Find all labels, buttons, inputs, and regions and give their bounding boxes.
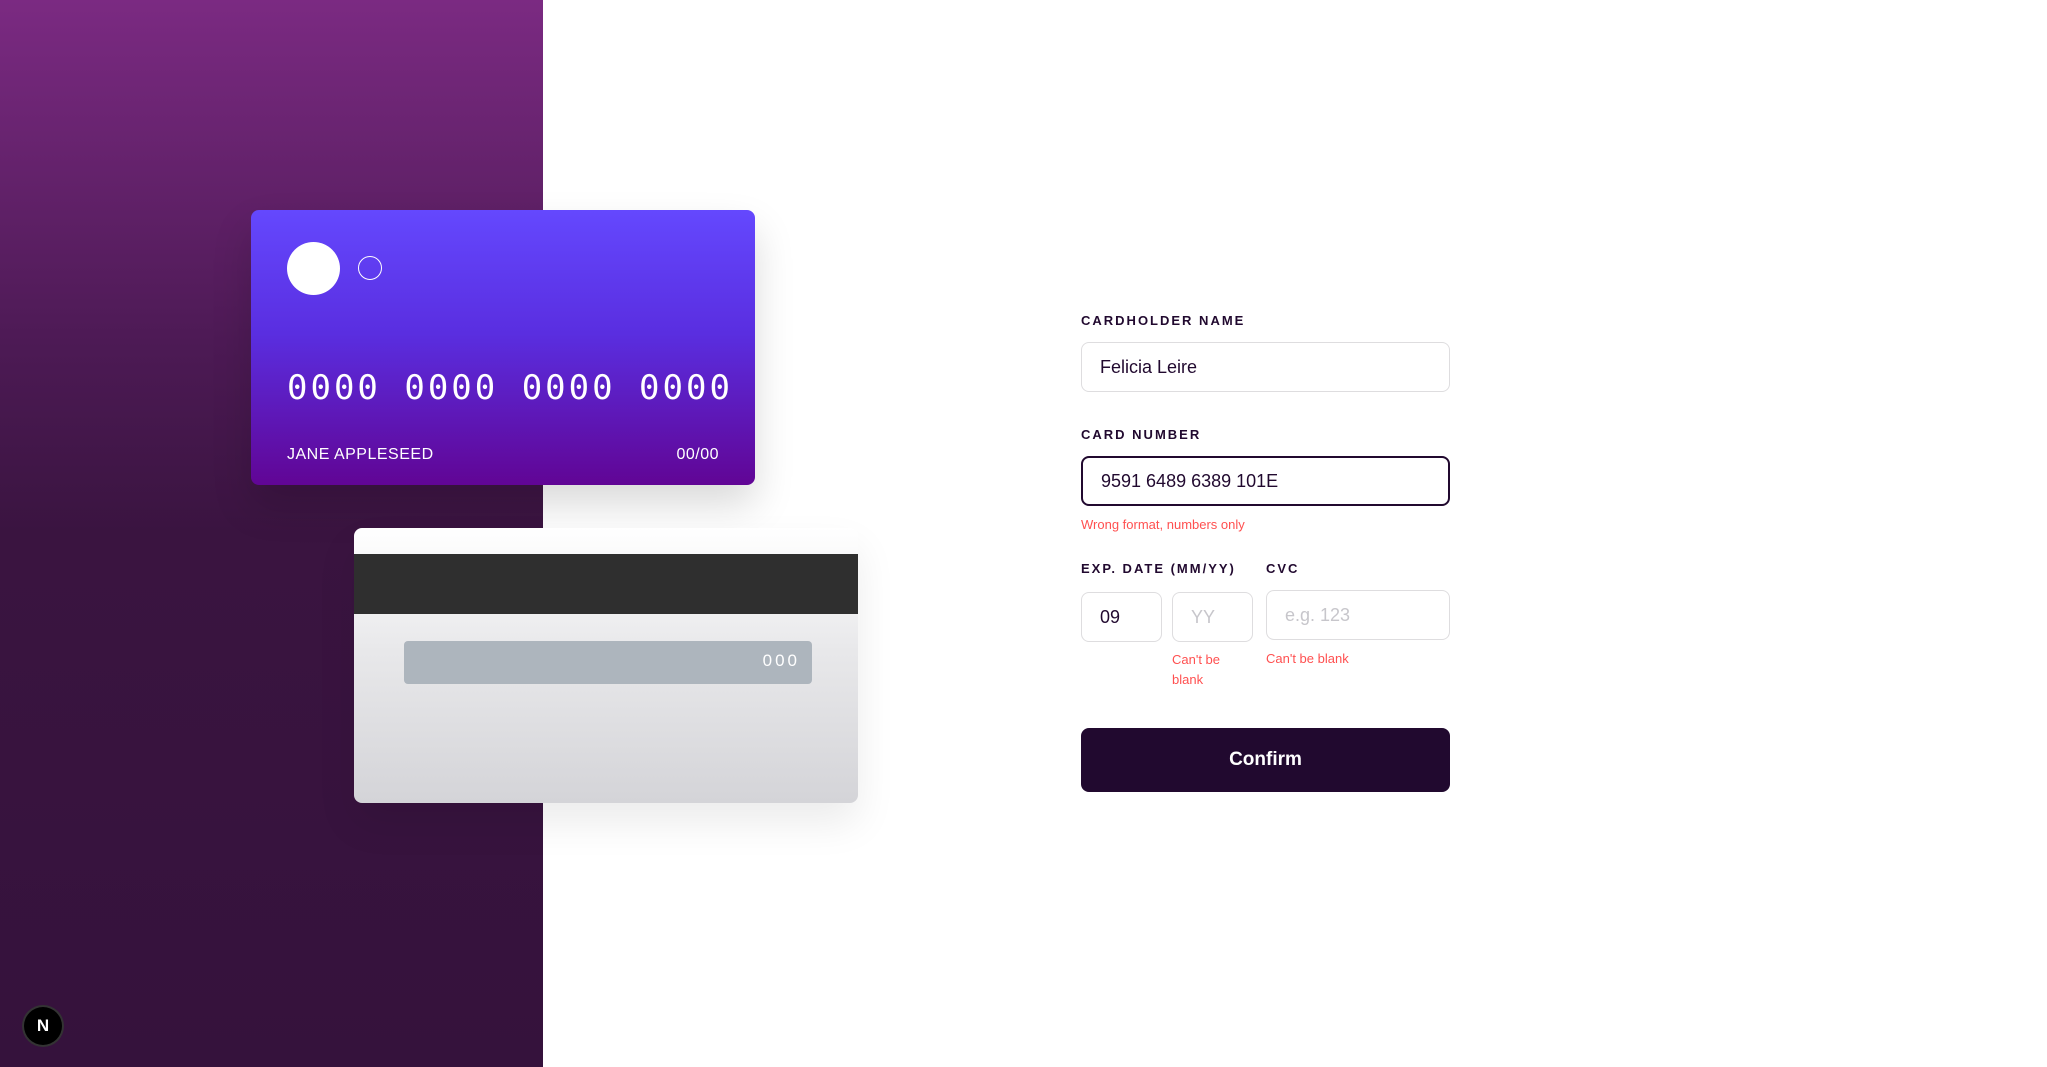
name-label: Cardholder Name — [1081, 313, 1246, 328]
card-back-preview: 000 — [354, 528, 858, 803]
exp-year-error: Can't be blank — [1172, 652, 1221, 687]
card-number-input[interactable]: 9591 6489 6389 101E — [1081, 456, 1450, 506]
cardholder-name-value: Felicia Leire — [1100, 356, 1198, 377]
number-field-group: Card Number 9591 6489 6389 101E Wrong fo… — [1081, 427, 1450, 535]
card-number-error: Wrong format, numbers only — [1081, 517, 1245, 532]
exp-label: Exp. Date (MM/YY) — [1081, 561, 1236, 576]
cvc-error: Can't be blank — [1266, 651, 1349, 666]
card-front-preview: 0000 0000 0000 0000 JANE APPLESEED 00/00 — [251, 210, 755, 485]
cvc-field-group: CVC e.g. 123 Can't be blank — [1266, 561, 1450, 669]
exp-year-placeholder: YY — [1191, 606, 1216, 627]
exp-month-group: 09 — [1081, 592, 1162, 642]
exp-year-group: YY Can't be blank — [1172, 592, 1253, 690]
nextjs-devtools-icon[interactable]: N — [24, 1007, 62, 1045]
cvc-input[interactable]: e.g. 123 — [1266, 590, 1450, 640]
card-logo-large-circle-icon — [287, 242, 340, 295]
card-name-display: JANE APPLESEED — [287, 446, 434, 463]
number-label: Card Number — [1081, 427, 1202, 442]
nextjs-devtools-badge: N — [36, 1016, 50, 1035]
exp-month-input[interactable]: 09 — [1081, 592, 1162, 642]
magnetic-strip — [354, 554, 858, 614]
confirm-button[interactable]: Confirm — [1081, 728, 1450, 792]
name-field-group: Cardholder Name Felicia Leire — [1081, 313, 1450, 392]
card-cvc-display: 000 — [762, 651, 800, 670]
exp-year-input[interactable]: YY — [1172, 592, 1253, 642]
card-number-display: 0000 0000 0000 0000 — [287, 368, 733, 408]
cvc-placeholder: e.g. 123 — [1285, 604, 1351, 625]
cvc-label: CVC — [1266, 561, 1300, 576]
exp-month-value: 09 — [1100, 606, 1121, 627]
card-logo-small-circle-icon — [358, 256, 382, 280]
card-number-value: 9591 6489 6389 101E — [1101, 470, 1279, 491]
card-exp-display: 00/00 — [676, 446, 719, 463]
exp-field-group: Exp. Date (MM/YY) — [1081, 561, 1261, 576]
cardholder-name-input[interactable]: Felicia Leire — [1081, 342, 1450, 392]
signature-strip: 000 — [404, 641, 812, 684]
